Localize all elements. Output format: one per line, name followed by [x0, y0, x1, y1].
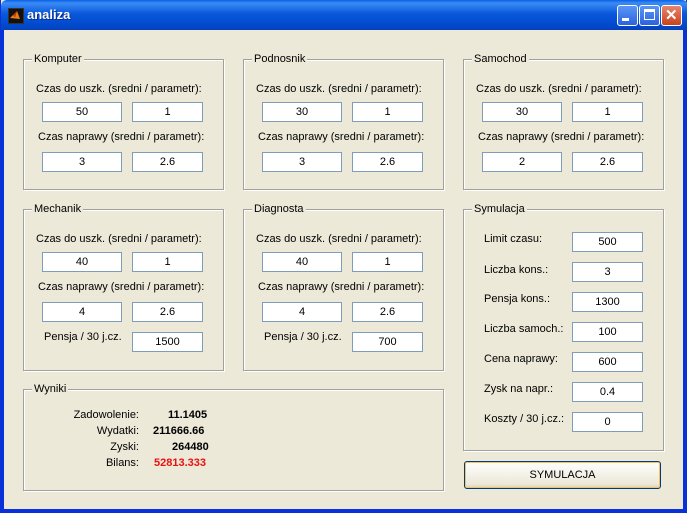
- zysk-na-napr-input[interactable]: 0.4: [572, 382, 643, 402]
- minimize-icon: [622, 18, 629, 21]
- panel-wyniki: Wyniki Zadowolenie: 11.1405 Wydatki: 211…: [23, 383, 444, 491]
- panel-wyniki-title: Wyniki: [32, 383, 69, 396]
- panel-komputer: Komputer Czas do uszk. (sredni / paramet…: [23, 53, 224, 190]
- pensja-kons-label: Pensja kons.:: [484, 293, 551, 305]
- close-icon: ✕: [665, 7, 678, 24]
- panel-podnosnik-title: Podnosnik: [252, 53, 308, 66]
- mechanik-salary-label: Pensja / 30 j.cz.: [44, 331, 122, 343]
- window-border-right: [683, 30, 686, 513]
- wydatki-value: 211666.66: [153, 425, 205, 437]
- diagnosta-repair-mean-input[interactable]: 4: [262, 302, 342, 322]
- mechanik-fail-mean-input[interactable]: 40: [42, 252, 122, 272]
- samochod-repair-label: Czas naprawy (sredni / parametr):: [478, 131, 645, 143]
- minimize-button[interactable]: [617, 5, 638, 26]
- diagnosta-fail-mean-input[interactable]: 40: [262, 252, 342, 272]
- mechanik-fail-param-input[interactable]: 1: [132, 252, 203, 272]
- zyski-label: Zyski:: [110, 441, 139, 453]
- zadowolenie-value: 11.1405: [168, 409, 208, 421]
- symulacja-button[interactable]: SYMULACJA: [464, 461, 661, 489]
- maximize-button[interactable]: [639, 5, 660, 26]
- podnosnik-repair-param-input[interactable]: 2.6: [352, 152, 423, 172]
- samochod-fail-param-input[interactable]: 1: [572, 102, 643, 122]
- cena-naprawy-input[interactable]: 600: [572, 352, 643, 372]
- limit-czasu-label: Limit czasu:: [484, 233, 543, 245]
- mechanik-fail-label: Czas do uszk. (sredni / parametr):: [36, 233, 202, 245]
- mechanik-salary-input[interactable]: 1500: [132, 332, 203, 352]
- maximize-icon: [644, 9, 655, 20]
- komputer-repair-param-input[interactable]: 2.6: [132, 152, 203, 172]
- main-window: analiza ✕ Komputer Czas do uszk. (sredni…: [0, 0, 687, 513]
- close-button[interactable]: ✕: [661, 5, 682, 26]
- window-title: analiza: [27, 7, 71, 22]
- komputer-fail-label: Czas do uszk. (sredni / parametr):: [36, 83, 202, 95]
- panel-podnosnik: Podnosnik Czas do uszk. (sredni / parame…: [243, 53, 444, 190]
- cena-naprawy-label: Cena naprawy:: [484, 353, 558, 365]
- window-border-bottom: [1, 509, 687, 512]
- mechanik-repair-label: Czas naprawy (sredni / parametr):: [38, 281, 205, 293]
- liczba-samoch-input[interactable]: 100: [572, 322, 643, 342]
- koszty-label: Koszty / 30 j.cz.:: [484, 413, 565, 425]
- samochod-fail-label: Czas do uszk. (sredni / parametr):: [476, 83, 642, 95]
- liczba-kons-input[interactable]: 3: [572, 262, 643, 282]
- komputer-repair-label: Czas naprawy (sredni / parametr):: [38, 131, 205, 143]
- bilans-value: 52813.333: [154, 457, 206, 469]
- diagnosta-fail-label: Czas do uszk. (sredni / parametr):: [256, 233, 422, 245]
- pensja-kons-input[interactable]: 1300: [572, 292, 643, 312]
- panel-symulacja: Symulacja Limit czasu: 500 Liczba kons.:…: [463, 203, 664, 451]
- komputer-fail-param-input[interactable]: 1: [132, 102, 203, 122]
- diagnosta-repair-param-input[interactable]: 2.6: [352, 302, 423, 322]
- panel-symulacja-title: Symulacja: [472, 203, 527, 216]
- samochod-repair-param-input[interactable]: 2.6: [572, 152, 643, 172]
- mechanik-repair-param-input[interactable]: 2.6: [132, 302, 203, 322]
- samochod-fail-mean-input[interactable]: 30: [482, 102, 562, 122]
- panel-samochod-title: Samochod: [472, 53, 529, 66]
- panel-samochod: Samochod Czas do uszk. (sredni / paramet…: [463, 53, 664, 190]
- diagnosta-repair-label: Czas naprawy (sredni / parametr):: [258, 281, 425, 293]
- diagnosta-salary-label: Pensja / 30 j.cz.: [264, 331, 342, 343]
- title-bar[interactable]: analiza ✕: [1, 0, 687, 30]
- komputer-fail-mean-input[interactable]: 50: [42, 102, 122, 122]
- liczba-samoch-label: Liczba samoch.:: [484, 323, 564, 335]
- podnosnik-repair-label: Czas naprawy (sredni / parametr):: [258, 131, 425, 143]
- zysk-na-napr-label: Zysk na napr.:: [484, 383, 554, 395]
- zadowolenie-label: Zadowolenie:: [73, 409, 139, 421]
- panel-mechanik-title: Mechanik: [32, 203, 84, 216]
- matlab-icon: [8, 8, 24, 24]
- panel-mechanik: Mechanik Czas do uszk. (sredni / paramet…: [23, 203, 224, 371]
- bilans-label: Bilans:: [105, 457, 139, 469]
- wydatki-label: Wydatki:: [96, 425, 139, 437]
- koszty-input[interactable]: 0: [572, 412, 643, 432]
- liczba-kons-label: Liczba kons.:: [484, 264, 549, 276]
- samochod-repair-mean-input[interactable]: 2: [482, 152, 562, 172]
- zyski-value: 264480: [172, 441, 209, 453]
- podnosnik-repair-mean-input[interactable]: 3: [262, 152, 342, 172]
- panel-komputer-title: Komputer: [32, 53, 84, 66]
- podnosnik-fail-mean-input[interactable]: 30: [262, 102, 342, 122]
- limit-czasu-input[interactable]: 500: [572, 232, 643, 252]
- mechanik-repair-mean-input[interactable]: 4: [42, 302, 122, 322]
- panel-diagnosta-title: Diagnosta: [252, 203, 306, 216]
- podnosnik-fail-param-input[interactable]: 1: [352, 102, 423, 122]
- diagnosta-salary-input[interactable]: 700: [352, 332, 423, 352]
- podnosnik-fail-label: Czas do uszk. (sredni / parametr):: [256, 83, 422, 95]
- window-border-left: [1, 30, 4, 513]
- komputer-repair-mean-input[interactable]: 3: [42, 152, 122, 172]
- panel-diagnosta: Diagnosta Czas do uszk. (sredni / parame…: [243, 203, 444, 371]
- diagnosta-fail-param-input[interactable]: 1: [352, 252, 423, 272]
